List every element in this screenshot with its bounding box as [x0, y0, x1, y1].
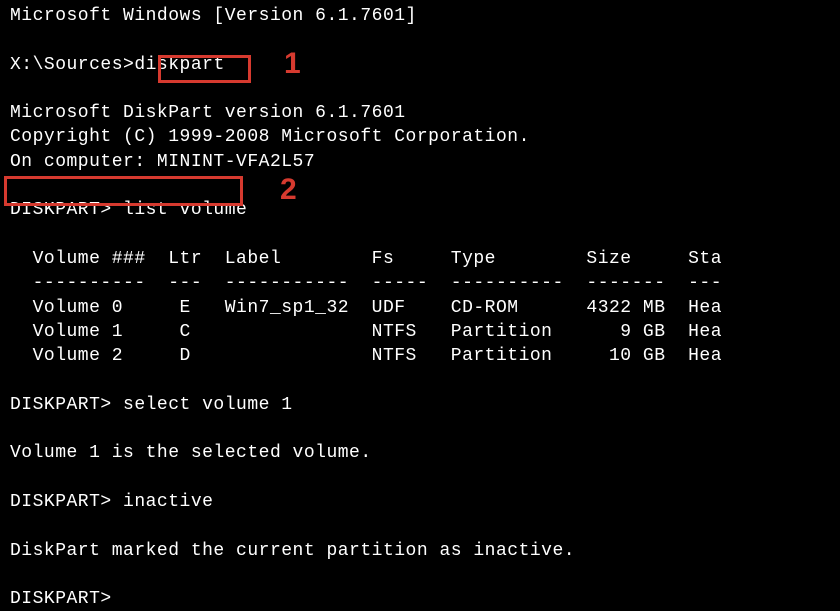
table-divider: ---------- --- ----------- ----- -------…	[10, 271, 830, 295]
blank-line	[10, 28, 830, 52]
blank-line	[10, 563, 830, 587]
prompt-line-3[interactable]: DISKPART> select volume 1	[10, 393, 830, 417]
command-diskpart: diskpart	[134, 55, 224, 75]
diskpart-version-line: Microsoft DiskPart version 6.1.7601	[10, 101, 830, 125]
table-row: Volume 0 E Win7_sp1_32 UDF CD-ROM 4322 M…	[10, 296, 830, 320]
table-row: Volume 1 C NTFS Partition 9 GB Hea	[10, 320, 830, 344]
prompt-line-5[interactable]: DISKPART>	[10, 587, 830, 611]
command-inactive: inactive	[112, 492, 214, 512]
callout-number-2: 2	[280, 170, 297, 211]
copyright-line: Copyright (C) 1999-2008 Microsoft Corpor…	[10, 125, 830, 149]
prompt-line-1[interactable]: X:\Sources>diskpart	[10, 53, 830, 77]
table-header-row: Volume ### Ltr Label Fs Type Size Sta	[10, 247, 830, 271]
command-select-volume: select volume 1	[112, 395, 293, 415]
inactive-msg: DiskPart marked the current partition as…	[10, 539, 830, 563]
blank-line	[10, 77, 830, 101]
blank-line	[10, 174, 830, 198]
blank-line	[10, 368, 830, 392]
diskpart-prompt: DISKPART>	[10, 589, 112, 609]
command-list-volume: list volume	[112, 200, 248, 220]
prompt-path: X:\Sources>	[10, 55, 134, 75]
blank-line	[10, 514, 830, 538]
diskpart-prompt: DISKPART>	[10, 395, 112, 415]
prompt-line-4[interactable]: DISKPART> inactive	[10, 490, 830, 514]
diskpart-prompt: DISKPART>	[10, 492, 112, 512]
diskpart-prompt: DISKPART>	[10, 200, 112, 220]
blank-line	[10, 466, 830, 490]
prompt-line-2[interactable]: DISKPART> list volume	[10, 198, 830, 222]
blank-line	[10, 223, 830, 247]
callout-number-1: 1	[284, 44, 301, 85]
selected-volume-msg: Volume 1 is the selected volume.	[10, 441, 830, 465]
on-computer-line: On computer: MININT-VFA2L57	[10, 150, 830, 174]
blank-line	[10, 417, 830, 441]
table-row: Volume 2 D NTFS Partition 10 GB Hea	[10, 344, 830, 368]
windows-version-line: Microsoft Windows [Version 6.1.7601]	[10, 4, 830, 28]
